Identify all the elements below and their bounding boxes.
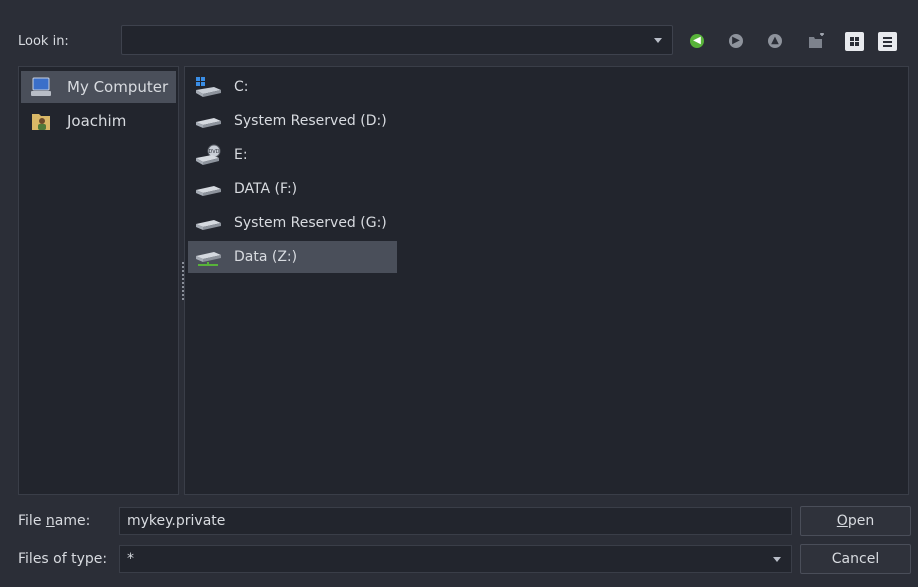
file-list: C: System Reserved (D:) DVD E: DATA (F:)… <box>184 66 909 495</box>
dvd-drive-icon: DVD <box>196 144 221 165</box>
file-open-dialog: Look in: ◀ ▶ ▲ My Computer Joachim C: Sy… <box>0 0 918 587</box>
forward-arrow-icon: ▶ <box>729 34 743 48</box>
windows-drive-icon <box>196 77 221 97</box>
file-item-label: DATA (F:) <box>234 181 298 197</box>
list-item-drive-c[interactable]: C: <box>188 71 257 103</box>
back-button[interactable]: ◀ <box>686 30 708 52</box>
look-in-label: Look in: <box>18 34 69 49</box>
sidebar-item-label: My Computer <box>67 78 169 96</box>
svg-text:DVD: DVD <box>208 149 219 155</box>
places-sidebar: My Computer Joachim <box>18 66 179 495</box>
file-item-label: C: <box>234 79 249 95</box>
hard-drive-icon <box>196 220 221 230</box>
list-item-drive-f[interactable]: DATA (F:) <box>188 173 305 205</box>
new-folder-button[interactable] <box>805 30 827 52</box>
detail-view-button[interactable] <box>876 30 898 52</box>
files-of-type-value: * <box>127 551 134 567</box>
file-item-label: System Reserved (G:) <box>234 215 387 231</box>
file-name-input[interactable]: mykey.private <box>119 507 792 535</box>
hard-drive-icon <box>196 186 221 196</box>
sidebar-item-joachim[interactable]: Joachim <box>21 105 176 137</box>
file-name-label: File name: <box>18 513 91 529</box>
list-view-button[interactable] <box>843 30 865 52</box>
detail-view-icon <box>877 31 897 51</box>
up-arrow-icon: ▲ <box>768 34 782 48</box>
file-name-value: mykey.private <box>127 513 226 529</box>
look-in-combo[interactable] <box>121 25 673 55</box>
new-folder-icon <box>809 33 824 48</box>
file-item-label: System Reserved (D:) <box>234 113 387 129</box>
network-drive-icon <box>196 252 221 266</box>
back-arrow-icon: ◀ <box>690 34 704 48</box>
forward-button[interactable]: ▶ <box>725 30 747 52</box>
file-item-label: E: <box>234 147 248 163</box>
list-item-drive-e[interactable]: DVD E: <box>188 139 256 171</box>
cancel-button[interactable]: Cancel <box>800 544 911 574</box>
sidebar-item-label: Joachim <box>67 112 127 130</box>
user-folder-icon <box>32 114 50 130</box>
list-item-drive-d[interactable]: System Reserved (D:) <box>188 105 395 137</box>
hard-drive-icon <box>196 118 221 128</box>
files-of-type-label: Files of type: <box>18 551 108 567</box>
chevron-down-icon[interactable] <box>773 557 781 562</box>
up-button[interactable]: ▲ <box>764 30 786 52</box>
list-item-drive-g[interactable]: System Reserved (G:) <box>188 207 395 239</box>
file-item-label: Data (Z:) <box>234 249 298 265</box>
sidebar-item-my-computer[interactable]: My Computer <box>21 71 176 103</box>
list-item-drive-z[interactable]: Data (Z:) <box>188 241 397 273</box>
open-button[interactable]: Open <box>800 506 911 536</box>
list-view-icon <box>844 31 864 51</box>
files-of-type-select[interactable]: * <box>119 545 792 573</box>
computer-icon <box>31 77 51 96</box>
chevron-down-icon[interactable] <box>654 38 662 43</box>
